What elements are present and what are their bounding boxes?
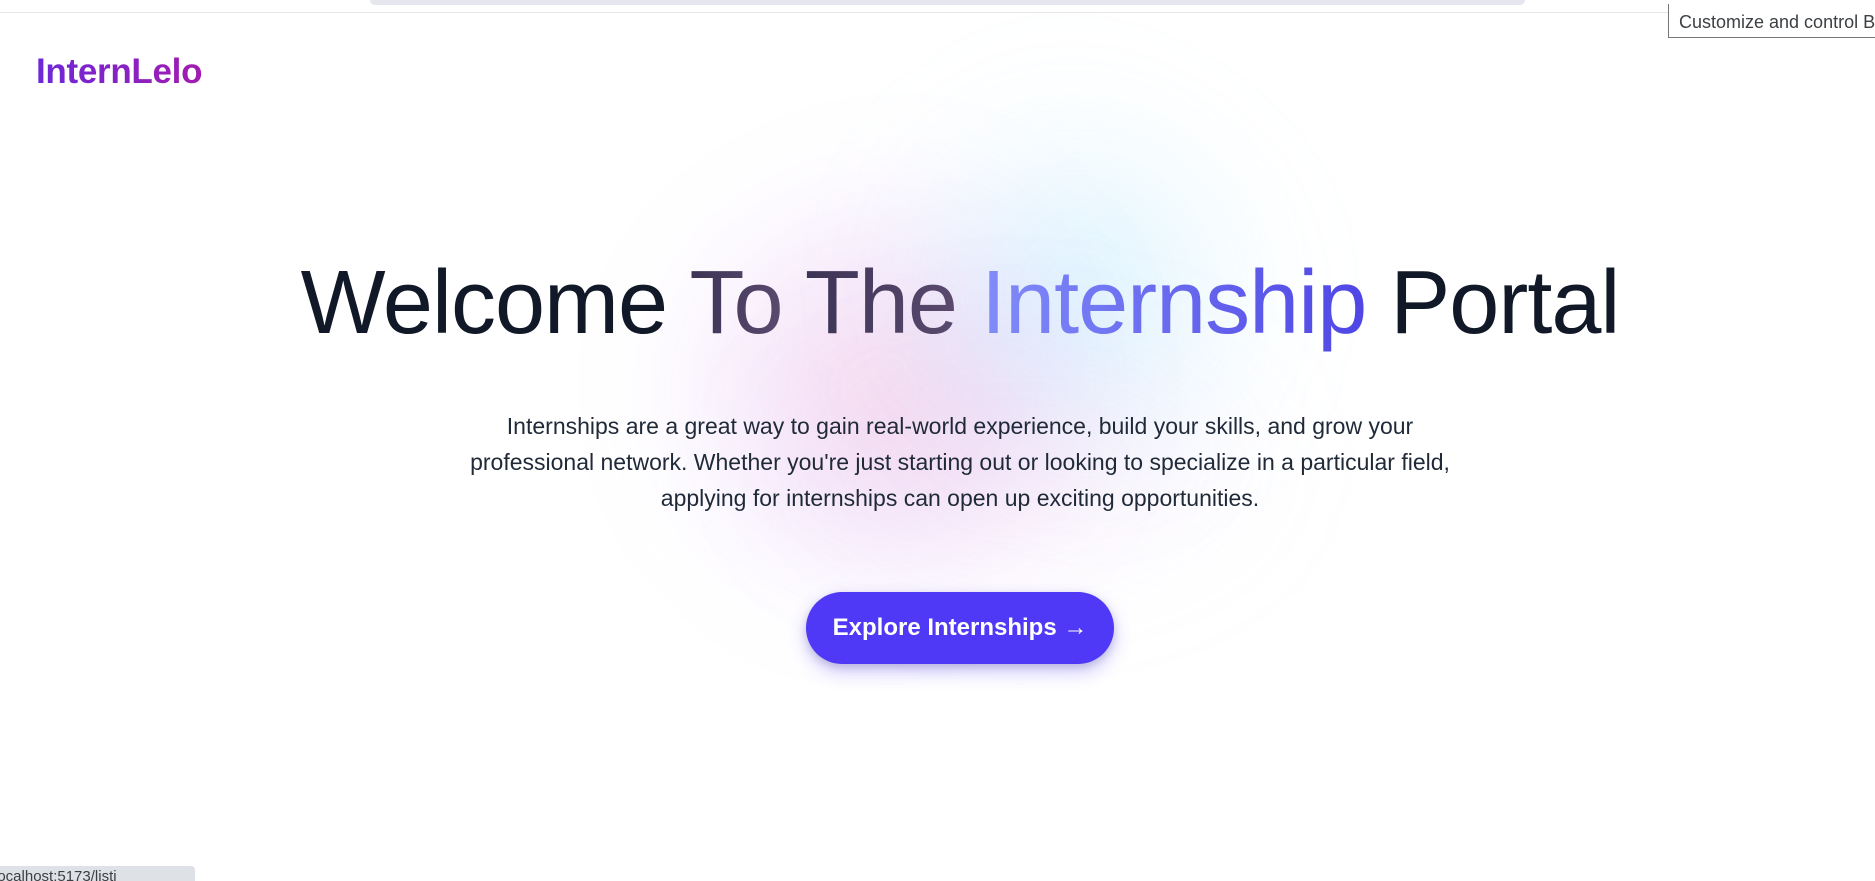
hero-title-word-the: The — [804, 253, 958, 353]
hero-description: Internships are a great way to gain real… — [470, 413, 1450, 511]
site-logo[interactable]: InternLelo — [36, 52, 202, 92]
hero-title-word-welcome: Welcome — [300, 253, 668, 353]
page: Customize and control B InternLelo Welco… — [0, 0, 1875, 881]
hero-title: Welcome To The Internship Portal — [0, 258, 1875, 348]
hero-title-word-to: To — [689, 253, 783, 353]
browser-divider — [0, 12, 1875, 13]
browser-address-bar[interactable] — [370, 0, 1525, 5]
status-url-text: localhost:5173/listi — [0, 868, 117, 881]
hero-title-word-portal: Portal — [1390, 253, 1620, 353]
decorative-blob-pink — [582, 116, 1178, 664]
explore-internships-button[interactable]: Explore Internships → — [806, 592, 1114, 664]
browser-menu-tooltip: Customize and control B — [1668, 4, 1875, 38]
browser-status-bar: localhost:5173/listi — [0, 866, 195, 881]
hero-title-word-internship: Internship — [981, 253, 1367, 353]
